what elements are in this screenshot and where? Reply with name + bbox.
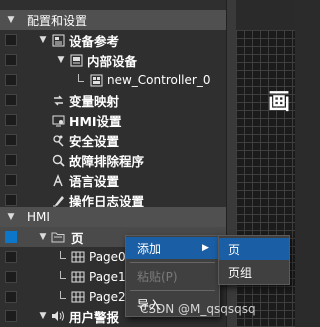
- expand-arrow-icon[interactable]: ▼: [38, 311, 48, 321]
- operation-log-icon: [51, 193, 65, 207]
- item-label: new_Controller_0: [107, 73, 211, 87]
- item-label: 变量映射: [69, 93, 120, 109]
- row-checkbox[interactable]: [5, 291, 17, 303]
- expand-arrow-icon[interactable]: ▼: [38, 35, 48, 45]
- tree-connector: [60, 251, 66, 259]
- folder-icon: [51, 230, 65, 244]
- row-checkbox[interactable]: [5, 231, 17, 243]
- tree-item-hmi-settings[interactable]: HMI设置: [0, 110, 226, 130]
- item-label: 语言设置: [69, 173, 120, 189]
- row-checkbox[interactable]: [5, 94, 17, 106]
- row-checkbox[interactable]: [5, 54, 17, 66]
- menu-item-label: 粘贴(P): [137, 269, 178, 284]
- menu-item-paste[interactable]: 粘贴(P): [126, 265, 219, 287]
- page-grid-icon: [71, 250, 85, 264]
- tree-item-device-ref[interactable]: ▼ 设备参考: [0, 30, 226, 50]
- item-label: 安全设置: [69, 133, 120, 149]
- row-checkbox[interactable]: [5, 154, 17, 166]
- page-grid-icon: [71, 290, 85, 304]
- item-label: HMI设置: [69, 113, 122, 129]
- row-checkbox[interactable]: [5, 174, 17, 186]
- tree-item-controller[interactable]: new_Controller_0: [0, 70, 226, 90]
- internal-device-icon: [69, 53, 83, 67]
- item-label: 设备参考: [69, 33, 120, 49]
- item-label: 故障排除程序: [69, 153, 145, 169]
- tree-connector: [60, 271, 66, 279]
- item-label: 内部设备: [87, 53, 138, 69]
- menu-separator: [130, 262, 215, 263]
- tree-item-troubleshooting[interactable]: 故障排除程序: [0, 150, 226, 170]
- item-label: Page2: [89, 290, 126, 304]
- speaker-alarm-icon: [51, 309, 65, 323]
- expand-arrow-icon[interactable]: ▼: [38, 232, 48, 242]
- section-label: HMI: [27, 210, 50, 224]
- troubleshooting-icon: [51, 153, 65, 167]
- item-label: 页: [71, 230, 84, 246]
- row-checkbox[interactable]: [5, 74, 17, 86]
- menu-item-label: 页组: [228, 265, 253, 280]
- menu-item-label: 页: [228, 242, 241, 257]
- submenu-arrow-icon: ▶: [202, 243, 209, 253]
- row-checkbox[interactable]: [5, 271, 17, 283]
- hmi-settings-icon: [51, 113, 65, 127]
- expand-arrow-icon[interactable]: ▼: [6, 212, 16, 222]
- row-checkbox[interactable]: [5, 134, 17, 146]
- tree-item-security[interactable]: 安全设置: [0, 130, 226, 150]
- expand-arrow-icon[interactable]: ▼: [6, 15, 16, 25]
- app-window: ▼ 配置和设置 ▼ 设备参考 ▼ 内部设备 new_Controller_0 变…: [0, 0, 295, 327]
- tree-item-internal-device[interactable]: ▼ 内部设备: [0, 50, 226, 70]
- item-label: Page1: [89, 270, 126, 284]
- expand-arrow-icon[interactable]: ▼: [56, 55, 66, 65]
- security-icon: [51, 133, 65, 147]
- item-label: 用户警报: [69, 309, 120, 325]
- section-label: 配置和设置: [27, 13, 88, 28]
- controller-icon: [89, 73, 103, 87]
- item-label: Page0: [89, 250, 126, 264]
- device-reference-icon: [51, 33, 65, 47]
- menu-item-add[interactable]: 添加 ▶: [126, 237, 219, 259]
- submenu-item-page-group[interactable]: 页组: [219, 261, 289, 283]
- tree-section-config[interactable]: ▼ 配置和设置: [0, 10, 226, 30]
- row-checkbox[interactable]: [5, 194, 17, 206]
- row-checkbox[interactable]: [5, 34, 17, 46]
- tree-connector: [78, 74, 84, 82]
- add-submenu: 页 页组: [218, 235, 290, 285]
- canvas-text: 画: [268, 90, 291, 115]
- menu-item-label: 添加: [137, 241, 162, 256]
- page-grid-icon: [71, 270, 85, 284]
- tree-item-language[interactable]: 语言设置: [0, 170, 226, 190]
- tree-connector: [60, 291, 66, 299]
- editor-toolbar: [236, 0, 295, 30]
- row-checkbox[interactable]: [5, 251, 17, 263]
- language-icon: [51, 173, 65, 187]
- tree-item-var-mapping[interactable]: 变量映射: [0, 90, 226, 110]
- submenu-item-page[interactable]: 页: [219, 238, 289, 260]
- watermark-text: CSDN @M_qsqsqsq: [140, 302, 256, 316]
- menu-separator: [130, 290, 215, 291]
- tree-section-hmi[interactable]: ▼ HMI: [0, 207, 226, 227]
- row-checkbox[interactable]: [5, 310, 17, 322]
- row-checkbox[interactable]: [5, 114, 17, 126]
- variable-mapping-icon: [51, 93, 65, 107]
